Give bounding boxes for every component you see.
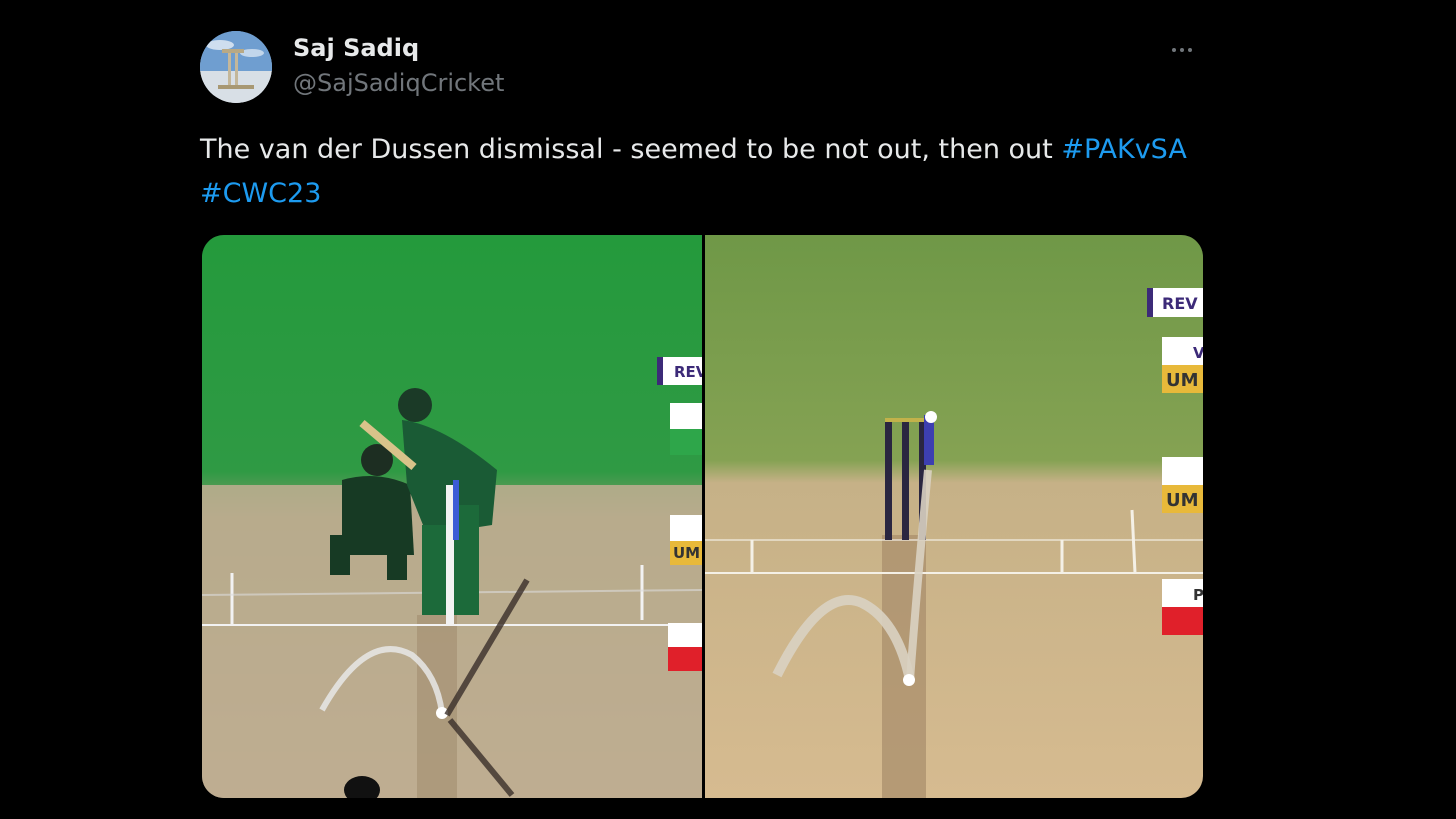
right-red-tag-letter: P	[1193, 586, 1203, 604]
author-display-name[interactable]: Saj Sadiq	[293, 34, 419, 62]
image-divider	[702, 235, 705, 798]
right-umpire-label-1: UM	[1166, 370, 1199, 391]
more-horizontal-icon	[1172, 48, 1176, 52]
author-handle[interactable]: @SajSadiqCricket	[293, 69, 504, 97]
tweet-text: The van der Dussen dismissal - seemed to…	[200, 128, 1204, 216]
author-avatar[interactable]	[200, 31, 272, 103]
cricket-split-image: REV UM REV V UM UM P	[202, 235, 1203, 798]
hashtag-link[interactable]: #CWC23	[200, 178, 321, 209]
right-white-tag-letter: V	[1193, 344, 1203, 362]
right-hawkeye-view: REV V UM UM P	[705, 235, 1203, 798]
left-umpire-label: UM	[673, 544, 700, 562]
tweet-card: Saj Sadiq @SajSadiqCricket The van der D…	[200, 0, 1204, 819]
stadium-avatar-icon	[200, 31, 272, 103]
left-camera-view: REV UM	[202, 235, 708, 798]
tweet-media-image[interactable]: REV UM REV V UM UM P	[202, 235, 1203, 798]
right-umpire-label-2: UM	[1166, 490, 1199, 511]
more-dot	[1188, 48, 1192, 52]
more-options-button[interactable]	[1162, 36, 1202, 64]
more-dot	[1180, 48, 1184, 52]
right-review-badge: REV	[1162, 294, 1198, 313]
tweet-body: The van der Dussen dismissal - seemed to…	[200, 134, 1053, 165]
hashtag-link[interactable]: #PAKvSA	[1061, 134, 1186, 165]
